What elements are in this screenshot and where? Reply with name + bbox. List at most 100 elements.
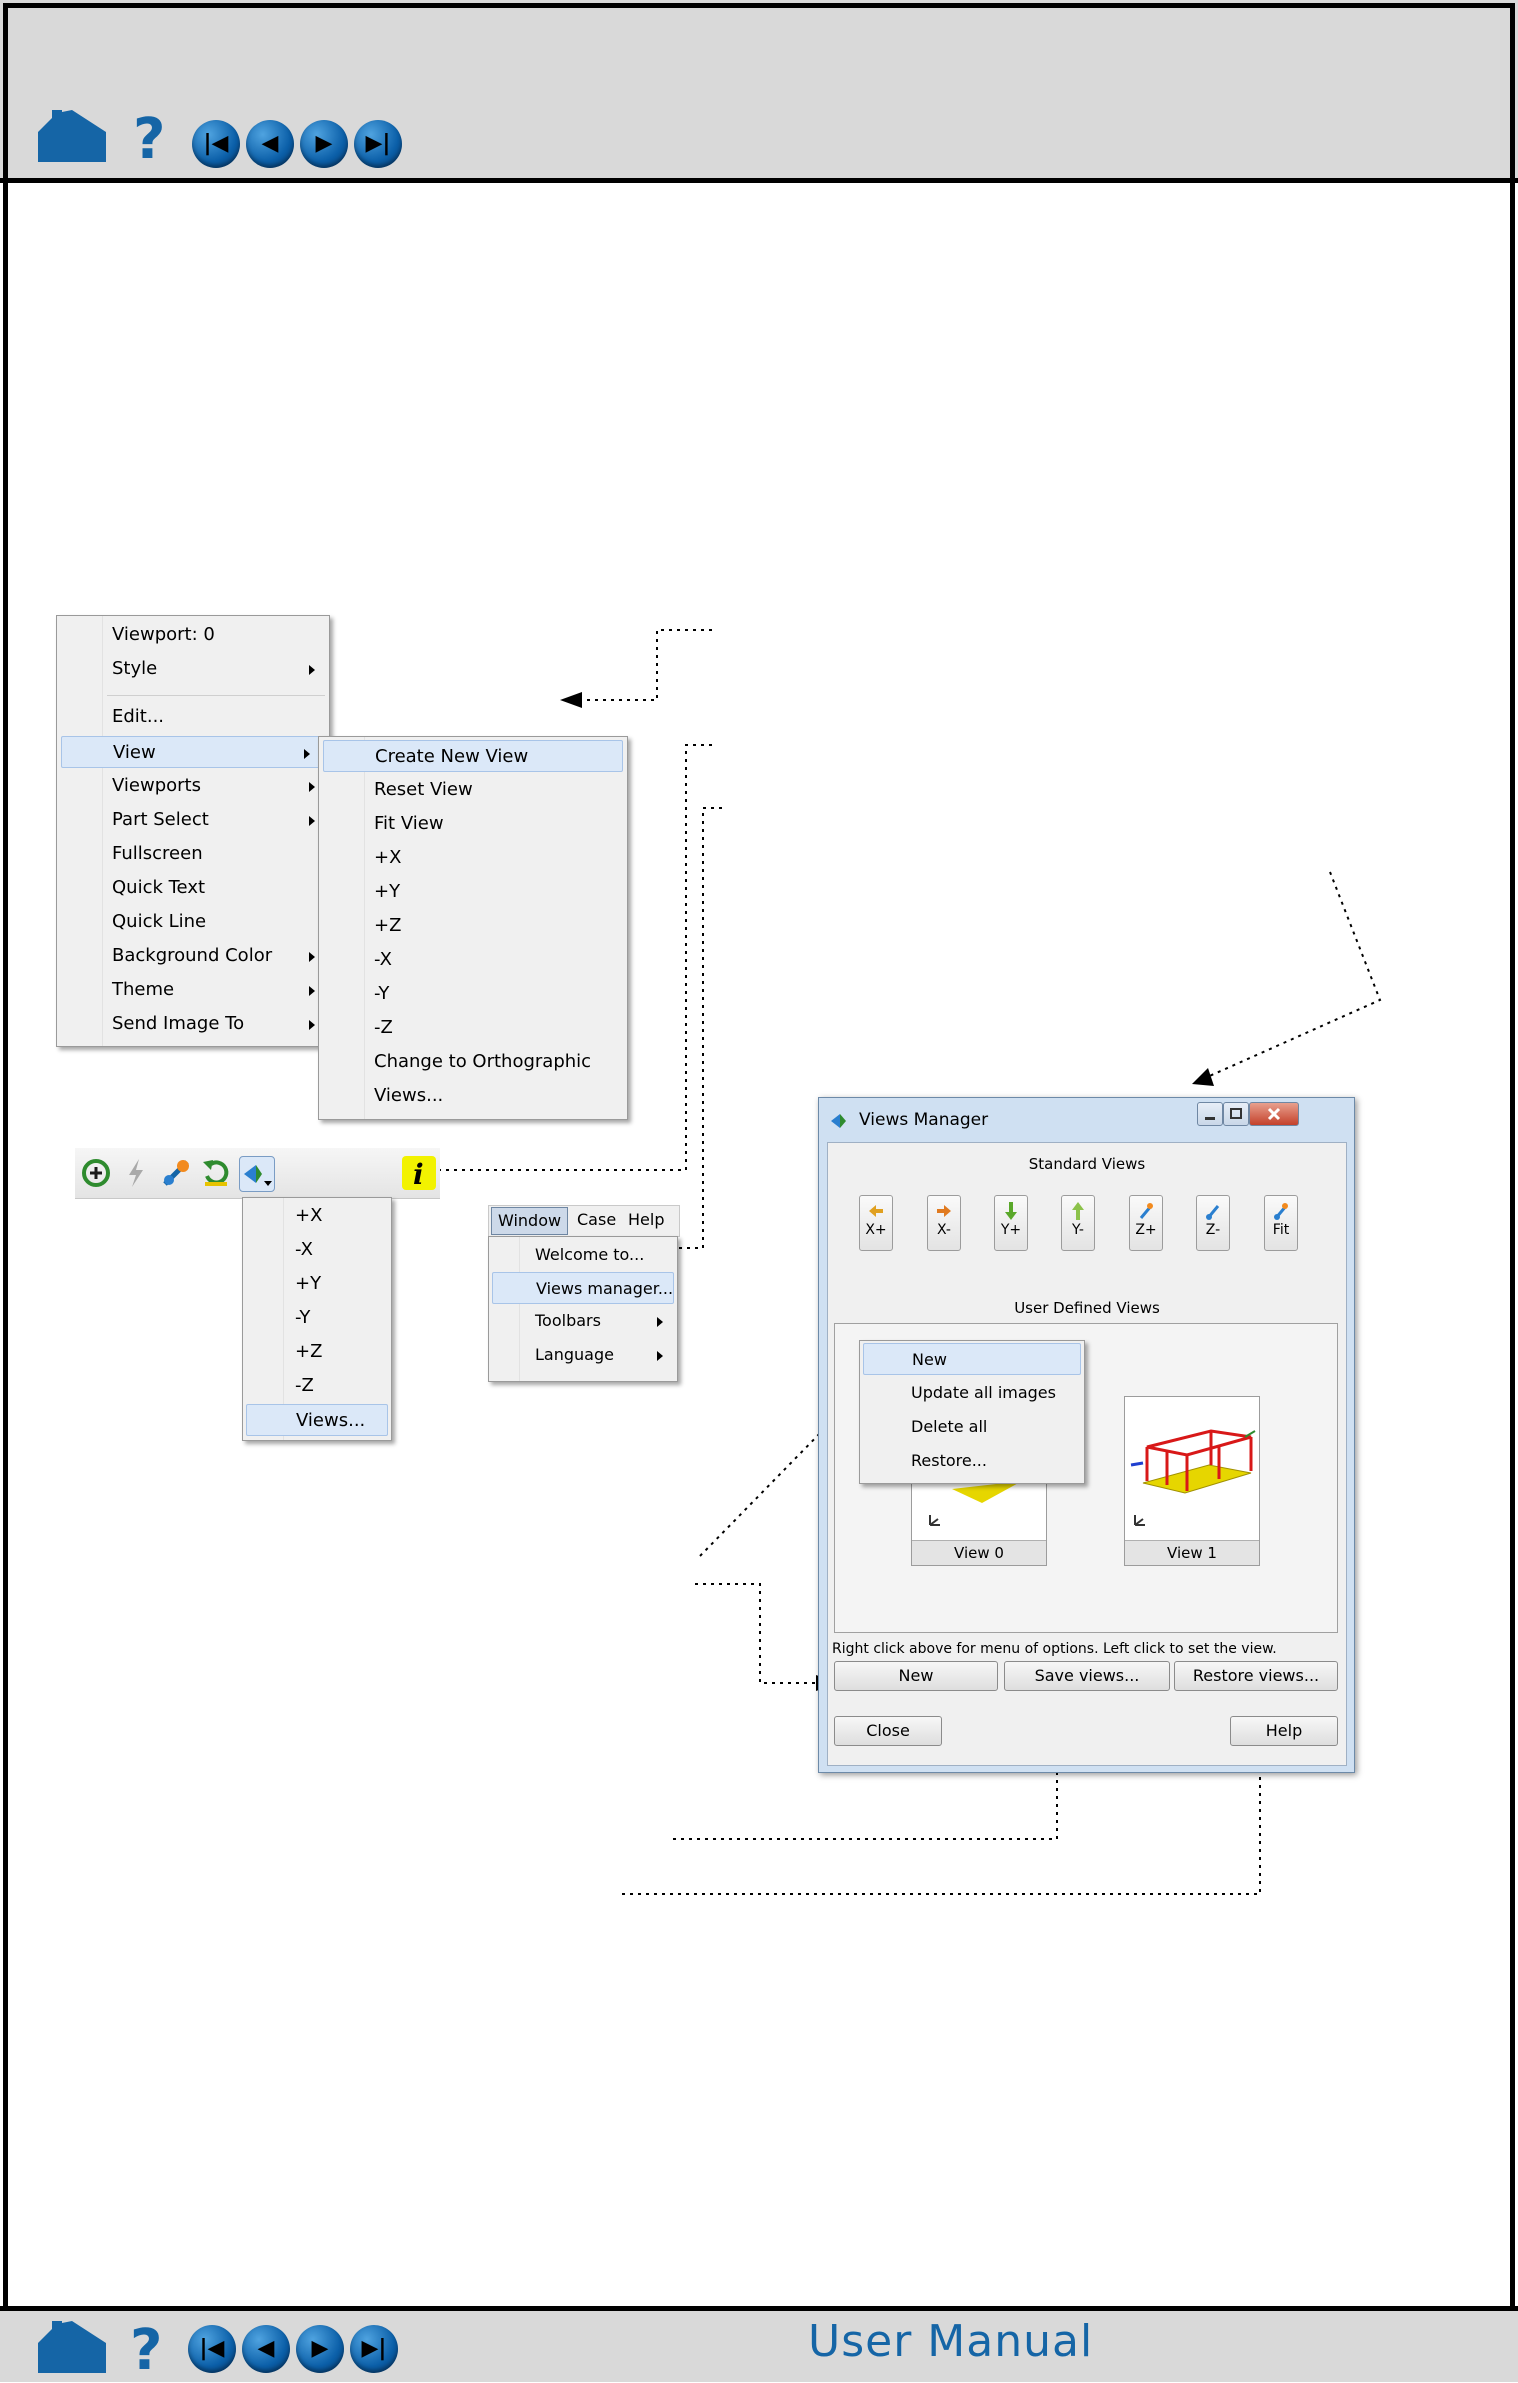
next-page-button[interactable]: ▶ <box>296 2325 344 2373</box>
rotate-icon[interactable] <box>79 1156 113 1190</box>
user-views-area[interactable]: View 0 View 1 New Update all images Dele… <box>834 1323 1338 1633</box>
menu-item-welcome[interactable]: Welcome to... <box>489 1239 677 1271</box>
menu-item-label: -Y <box>295 1307 311 1328</box>
maximize-icon <box>1230 1108 1242 1119</box>
help-icon[interactable]: ? <box>130 2323 162 2379</box>
transform-icon[interactable] <box>159 1156 193 1190</box>
dropdown-item-plus-x[interactable]: +X <box>243 1200 391 1232</box>
menu-item-send-image-to[interactable]: Send Image To <box>57 1008 329 1040</box>
arrow-diagonal-icon <box>1206 1205 1220 1220</box>
previous-page-button[interactable]: ◀ <box>242 2325 290 2373</box>
menu-item-fullscreen[interactable]: Fullscreen <box>57 838 329 870</box>
standard-view-y-plus[interactable]: Y+ <box>994 1195 1028 1251</box>
standard-views-label: Standard Views <box>1028 1155 1146 1173</box>
standard-view-z-plus[interactable]: Z+ <box>1129 1195 1163 1251</box>
menu-item-toolbars[interactable]: Toolbars <box>489 1305 677 1337</box>
restore-views-button[interactable]: Restore views... <box>1174 1661 1338 1691</box>
viewport-context-menu: Viewport: 0 Style Edit... View Viewports… <box>56 615 330 1047</box>
menu-item-label: +Z <box>295 1341 323 1362</box>
menu-item-quick-line[interactable]: Quick Line <box>57 906 329 938</box>
info-icon[interactable]: i <box>402 1156 436 1190</box>
menu-item-label: +Y <box>374 881 401 902</box>
menu-item-reset-view[interactable]: Reset View <box>319 774 627 806</box>
maximize-button[interactable] <box>1223 1102 1249 1126</box>
menu-item-label: Viewports <box>112 775 201 796</box>
menu-item-view[interactable]: View <box>61 736 325 768</box>
menu-item-minus-x[interactable]: -X <box>319 944 627 976</box>
menu-item-language[interactable]: Language <box>489 1339 677 1371</box>
popup-item-new[interactable]: New <box>863 1343 1081 1375</box>
dropdown-item-minus-x[interactable]: -X <box>243 1234 391 1266</box>
arrow-diagonal-icon <box>1139 1203 1153 1219</box>
menu-item-label: -Z <box>374 1017 393 1038</box>
menu-item-views[interactable]: Views... <box>319 1080 627 1112</box>
last-page-button[interactable]: ▶| <box>350 2325 398 2373</box>
dropdown-item-minus-z[interactable]: -Z <box>243 1370 391 1402</box>
standard-view-y-minus[interactable]: Y- <box>1061 1195 1095 1251</box>
menubar-window[interactable]: Window <box>491 1207 569 1235</box>
menu-item-plus-x[interactable]: +X <box>319 842 627 874</box>
menu-item-plus-y[interactable]: +Y <box>319 876 627 908</box>
menu-item-label: Theme <box>112 979 175 1000</box>
lightning-icon[interactable] <box>119 1156 153 1190</box>
menu-item-label: Create New View <box>375 746 529 767</box>
menu-item-label: Language <box>535 1345 614 1364</box>
dropdown-item-views[interactable]: Views... <box>246 1404 388 1436</box>
standard-view-fit[interactable]: Fit <box>1264 1195 1298 1251</box>
menu-item-minus-z[interactable]: -Z <box>319 1012 627 1044</box>
menu-item-quick-text[interactable]: Quick Text <box>57 872 329 904</box>
menu-item-plus-z[interactable]: +Z <box>319 910 627 942</box>
menu-item-label: Style <box>112 658 158 679</box>
menu-item-label: Part Select <box>112 809 209 830</box>
menu-item-part-select[interactable]: Part Select <box>57 804 329 836</box>
view-dropdown-icon[interactable] <box>239 1156 275 1192</box>
menubar-case[interactable]: Case <box>577 1206 616 1234</box>
menu-item-change-to-orthographic[interactable]: Change to Orthographic <box>319 1046 627 1078</box>
close-window-button[interactable] <box>1249 1102 1299 1126</box>
popup-item-update-all-images[interactable]: Update all images <box>860 1377 1084 1409</box>
menu-item-create-new-view[interactable]: Create New View <box>323 740 623 772</box>
menu-item-views-manager[interactable]: Views manager... <box>492 1272 674 1304</box>
menu-item-label: Restore... <box>911 1451 987 1470</box>
dropdown-item-plus-z[interactable]: +Z <box>243 1336 391 1368</box>
view-thumbnail-1[interactable]: View 1 <box>1124 1396 1260 1566</box>
help-button[interactable]: Help <box>1230 1716 1338 1746</box>
standard-view-label: X+ <box>865 1222 887 1238</box>
menu-item-style[interactable]: Style <box>57 653 329 685</box>
popup-item-delete-all[interactable]: Delete all <box>860 1411 1084 1443</box>
menu-item-label: +X <box>295 1205 323 1226</box>
standard-view-z-minus[interactable]: Z- <box>1196 1195 1230 1251</box>
menu-item-minus-y[interactable]: -Y <box>319 978 627 1010</box>
first-page-icon: |◀ <box>199 2336 225 2361</box>
close-button[interactable]: Close <box>834 1716 942 1746</box>
submenu-arrow-icon <box>304 749 310 759</box>
menu-item-theme[interactable]: Theme <box>57 974 329 1006</box>
dropdown-item-minus-y[interactable]: -Y <box>243 1302 391 1334</box>
save-views-button[interactable]: Save views... <box>1004 1661 1170 1691</box>
menu-item-label: +Z <box>374 915 402 936</box>
menu-item-fit-view[interactable]: Fit View <box>319 808 627 840</box>
popup-item-restore[interactable]: Restore... <box>860 1445 1084 1477</box>
minimize-button[interactable] <box>1197 1102 1223 1126</box>
new-view-button[interactable]: New <box>834 1661 998 1691</box>
first-page-button[interactable]: |◀ <box>188 2325 236 2373</box>
menu-item-edit[interactable]: Edit... <box>57 701 329 733</box>
undo-view-icon[interactable] <box>199 1156 233 1190</box>
close-icon <box>1267 1107 1281 1121</box>
dropdown-item-plus-y[interactable]: +Y <box>243 1268 391 1300</box>
menu-item-viewports[interactable]: Viewports <box>57 770 329 802</box>
submenu-arrow-icon <box>309 816 315 826</box>
menu-item-background-color[interactable]: Background Color <box>57 940 329 972</box>
home-icon[interactable] <box>38 2321 106 2373</box>
window-body: Standard Views X+ X- Y+ Y- Z+ Z- Fit Use… <box>827 1142 1347 1766</box>
view-submenu: Create New View Reset View Fit View +X +… <box>318 736 628 1120</box>
standard-view-x-minus[interactable]: X- <box>927 1195 961 1251</box>
menubar-help[interactable]: Help <box>628 1206 664 1234</box>
menu-item-label: Views... <box>374 1085 444 1106</box>
app-icon <box>831 1114 846 1128</box>
menu-item-label: View <box>113 742 156 763</box>
standard-view-x-plus[interactable]: X+ <box>859 1195 893 1251</box>
standard-view-label: X- <box>937 1222 951 1238</box>
window-title: Views Manager <box>859 1110 989 1130</box>
views-hint-text: Right click above for menu of options. L… <box>832 1641 1277 1657</box>
